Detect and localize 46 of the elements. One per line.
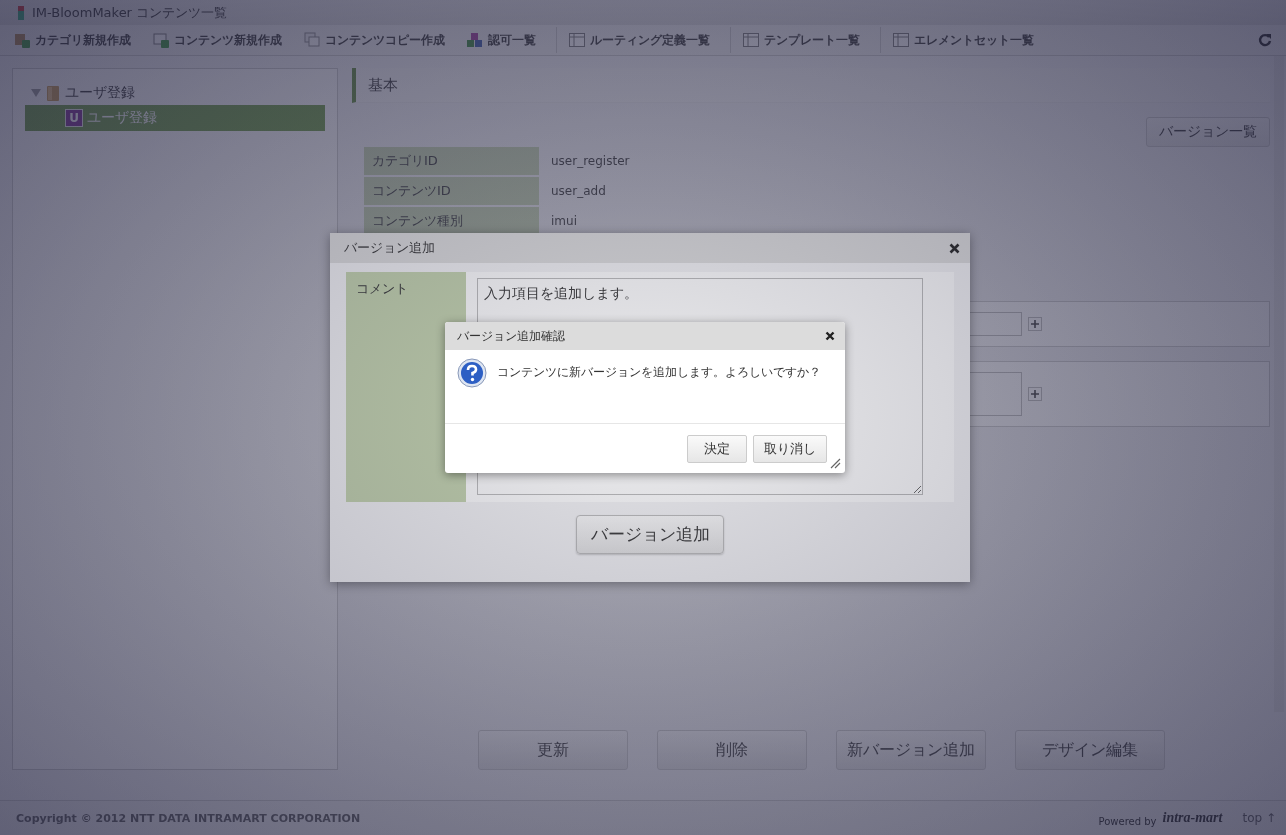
confirm-message: コンテンツに新バージョンを追加します。よろしいですか？ bbox=[497, 364, 821, 381]
toolbar-button[interactable]: ルーティング定義一覧 bbox=[567, 31, 720, 49]
dialog-button[interactable]: 決定 bbox=[687, 434, 747, 463]
close-icon[interactable] bbox=[825, 331, 835, 341]
comment-label: コメント bbox=[356, 281, 408, 296]
toolbar-button[interactable]: テンプレート一覧 bbox=[741, 31, 870, 49]
toolbar-button[interactable]: コンテンツコピー作成 bbox=[302, 31, 455, 49]
logo: intra-mart bbox=[1162, 810, 1223, 826]
resize-grip-icon[interactable] bbox=[830, 458, 841, 469]
property-value: imui bbox=[550, 213, 577, 230]
page-plus-icon bbox=[153, 32, 169, 48]
property-label: コンテンツID bbox=[364, 177, 539, 205]
table-icon bbox=[569, 33, 585, 47]
action-button[interactable]: 削除 bbox=[656, 730, 807, 770]
dialog-title: バージョン追加確認 bbox=[457, 327, 565, 345]
copy-icon bbox=[304, 32, 320, 48]
folder-plus-icon bbox=[14, 32, 30, 48]
section-title: 基本 bbox=[368, 75, 398, 95]
dialog-button[interactable]: 取り消し bbox=[753, 434, 827, 463]
toolbar-button[interactable]: コンテンツ新規作成 bbox=[151, 31, 292, 49]
action-button[interactable]: 新バージョン追加 bbox=[835, 730, 986, 770]
action-button[interactable]: デザイン編集 bbox=[1014, 730, 1165, 770]
action-button[interactable]: 更新 bbox=[477, 730, 628, 770]
toolbar-button[interactable]: エレメントセット一覧 bbox=[891, 31, 1044, 49]
question-icon bbox=[457, 358, 487, 388]
toolbar-button[interactable]: カテゴリ新規作成 bbox=[12, 31, 141, 49]
content-badge: U bbox=[65, 109, 83, 127]
property-label: カテゴリID bbox=[364, 147, 539, 175]
property-label: コンテンツ種別 bbox=[364, 207, 539, 235]
close-icon[interactable] bbox=[949, 242, 960, 254]
plus-icon[interactable] bbox=[1028, 317, 1042, 331]
add-version-button[interactable]: バージョン追加 bbox=[576, 515, 724, 554]
app-icon bbox=[18, 5, 24, 20]
table-icon bbox=[893, 33, 909, 47]
refresh-icon[interactable] bbox=[1258, 33, 1272, 47]
plus-icon[interactable] bbox=[1028, 387, 1042, 401]
table-icon bbox=[743, 33, 759, 47]
blocks-icon bbox=[467, 32, 483, 48]
dialog-title: バージョン追加 bbox=[344, 239, 435, 257]
expand-triangle-icon[interactable] bbox=[31, 88, 41, 98]
property-value: user_register bbox=[550, 153, 630, 170]
scrollbar[interactable] bbox=[1274, 56, 1284, 712]
property-value: user_add bbox=[550, 183, 606, 200]
book-icon bbox=[47, 85, 59, 101]
powered-by-text: Powered by bbox=[1098, 815, 1157, 827]
toolbar-button[interactable]: 認可一覧 bbox=[465, 31, 546, 49]
